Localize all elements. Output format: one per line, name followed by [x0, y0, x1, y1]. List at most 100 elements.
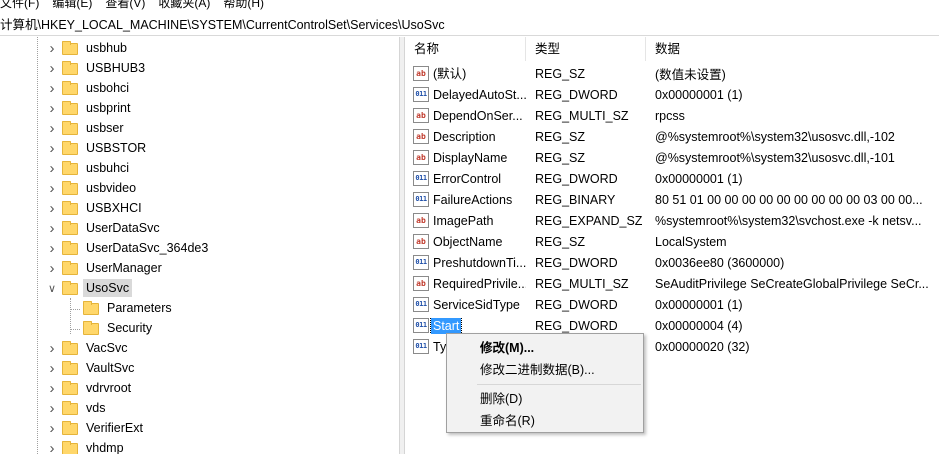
- value-name: DependOnSer...: [433, 108, 523, 123]
- value-name: (默认): [433, 66, 467, 81]
- tree-item[interactable]: › UserManager: [45, 258, 165, 278]
- chevron-right-icon[interactable]: ›: [45, 198, 59, 218]
- chevron-right-icon[interactable]: ›: [45, 358, 59, 378]
- tree-item[interactable]: › usbser: [45, 118, 127, 138]
- tree-item[interactable]: › vhdmp: [45, 438, 127, 454]
- value-row[interactable]: 011 ServiceSidType REG_DWORD 0x00000001 (1): [405, 294, 939, 315]
- chevron-right-icon[interactable]: ›: [45, 258, 59, 278]
- folder-icon: [62, 181, 78, 195]
- folder-icon: [62, 121, 78, 135]
- menu-item-delete[interactable]: 删除(D): [447, 388, 643, 410]
- chevron-right-icon[interactable]: ›: [45, 178, 59, 198]
- binary-value-icon: 011: [413, 297, 429, 312]
- value-row[interactable]: ab ObjectName REG_SZ LocalSystem: [405, 231, 939, 252]
- chevron-right-icon[interactable]: ›: [45, 218, 59, 238]
- chevron-right-icon[interactable]: ›: [45, 58, 59, 78]
- value-row[interactable]: ab (默认) REG_SZ (数值未设置): [405, 63, 939, 84]
- key-tree-pane: › usbhub › USBHUB3 › usbohci › usbprint › usbser ›…: [0, 37, 399, 454]
- address-bar[interactable]: 计算机\HKEY_LOCAL_MACHINE\SYSTEM\CurrentCon…: [0, 14, 939, 36]
- chevron-right-icon[interactable]: ›: [45, 378, 59, 398]
- folder-icon: [62, 441, 78, 454]
- chevron-right-icon[interactable]: ›: [45, 158, 59, 178]
- tree-item-label: VacSvc: [86, 341, 128, 355]
- string-value-icon: ab: [413, 276, 429, 291]
- chevron-right-icon[interactable]: ›: [45, 438, 59, 454]
- chevron-right-icon[interactable]: ›: [45, 338, 59, 358]
- tree-item[interactable]: › vdrvroot: [45, 378, 134, 398]
- value-type: REG_SZ: [535, 234, 586, 249]
- value-data: SeAuditPrivilege SeCreateGlobalPrivilege…: [655, 276, 929, 291]
- menu-favorites[interactable]: 收藏夹(A): [158, 0, 217, 10]
- tree-item-label: usbhub: [86, 41, 128, 55]
- menu-view[interactable]: 查看(V): [105, 0, 152, 10]
- tree-item-label: usbuhci: [86, 161, 130, 175]
- chevron-right-icon[interactable]: ›: [45, 78, 59, 98]
- string-value-icon: ab: [413, 129, 429, 144]
- value-row[interactable]: ab RequiredPrivile... REG_MULTI_SZ SeAuditP…: [405, 273, 939, 294]
- chevron-right-icon[interactable]: ›: [45, 118, 59, 138]
- tree-item[interactable]: › UserDataSvc: [45, 218, 163, 238]
- tree-item[interactable]: › USBSTOR: [45, 138, 149, 158]
- value-type: REG_EXPAND_SZ: [535, 213, 643, 228]
- binary-value-icon: 011: [413, 192, 429, 207]
- menu-edit[interactable]: 编辑(E): [52, 0, 99, 10]
- value-type: REG_DWORD: [535, 318, 618, 333]
- tree-item-label: USBXHCI: [86, 201, 142, 215]
- folder-icon: [83, 321, 99, 335]
- tree-item[interactable]: Parameters: [72, 298, 175, 318]
- tree-item-label: UserDataSvc: [86, 221, 160, 235]
- string-value-icon: ab: [413, 108, 429, 123]
- tree-item[interactable]: › usbhub: [45, 38, 130, 58]
- value-row[interactable]: 011 FailureActions REG_BINARY 80 51 01 00 0…: [405, 189, 939, 210]
- folder-icon: [62, 281, 78, 295]
- chevron-right-icon[interactable]: ›: [45, 238, 59, 258]
- value-row[interactable]: 011 PreshutdownTi... REG_DWORD 0x0036ee80 (…: [405, 252, 939, 273]
- tree-item-label: usbser: [86, 121, 124, 135]
- chevron-right-icon[interactable]: ›: [45, 398, 59, 418]
- folder-icon: [62, 101, 78, 115]
- binary-value-icon: 011: [413, 318, 429, 333]
- column-header-name[interactable]: 名称: [405, 37, 526, 61]
- value-data: LocalSystem: [655, 234, 727, 249]
- chevron-right-icon[interactable]: ›: [45, 38, 59, 58]
- value-row[interactable]: ab DependOnSer... REG_MULTI_SZ rpcss: [405, 105, 939, 126]
- value-row[interactable]: ab Description REG_SZ @%systemroot%\system3…: [405, 126, 939, 147]
- value-row[interactable]: 011 DelayedAutoSt... REG_DWORD 0x00000001 (…: [405, 84, 939, 105]
- value-row[interactable]: ab ImagePath REG_EXPAND_SZ %systemroot%\sys…: [405, 210, 939, 231]
- menu-item-rename[interactable]: 重命名(R): [447, 410, 643, 432]
- menu-file[interactable]: 文件(F): [0, 0, 46, 10]
- tree-item[interactable]: › usbuhci: [45, 158, 132, 178]
- value-row[interactable]: 011 ErrorControl REG_DWORD 0x00000001 (1): [405, 168, 939, 189]
- chevron-right-icon[interactable]: ›: [45, 418, 59, 438]
- chevron-right-icon[interactable]: ›: [45, 138, 59, 158]
- menu-item-modify[interactable]: 修改(M)...: [447, 337, 643, 359]
- tree-item[interactable]: › usbvideo: [45, 178, 139, 198]
- chevron-down-icon[interactable]: ∨: [45, 278, 59, 298]
- tree-item[interactable]: › vds: [45, 398, 108, 418]
- value-type: REG_MULTI_SZ: [535, 276, 629, 291]
- menu-item-modify-binary[interactable]: 修改二进制数据(B)...: [447, 359, 643, 381]
- column-header-type[interactable]: 类型: [526, 37, 646, 61]
- tree-item[interactable]: › USBXHCI: [45, 198, 145, 218]
- menu-help[interactable]: 帮助(H): [223, 0, 271, 10]
- tree-item[interactable]: › USBHUB3: [45, 58, 148, 78]
- folder-icon: [83, 301, 99, 315]
- value-row[interactable]: ab DisplayName REG_SZ @%systemroot%\system3…: [405, 147, 939, 168]
- tree-item[interactable]: › VerifierExt: [45, 418, 146, 438]
- binary-value-icon: 011: [413, 171, 429, 186]
- value-name: ErrorControl: [433, 171, 502, 186]
- tree-item[interactable]: › VacSvc: [45, 338, 130, 358]
- tree-item[interactable]: ∨ UsoSvc: [45, 278, 133, 298]
- tree-item[interactable]: Security: [72, 318, 155, 338]
- column-header-data[interactable]: 数据: [646, 37, 939, 61]
- folder-icon: [62, 401, 78, 415]
- string-value-icon: ab: [413, 66, 429, 81]
- tree-item-label: usbvideo: [86, 181, 137, 195]
- chevron-right-icon[interactable]: ›: [45, 98, 59, 118]
- value-type: REG_SZ: [535, 66, 586, 81]
- tree-item[interactable]: › usbprint: [45, 98, 133, 118]
- tree-guide-line: [37, 37, 38, 454]
- tree-item[interactable]: › UserDataSvc_364de3: [45, 238, 211, 258]
- tree-item[interactable]: › usbohci: [45, 78, 132, 98]
- tree-item[interactable]: › VaultSvc: [45, 358, 137, 378]
